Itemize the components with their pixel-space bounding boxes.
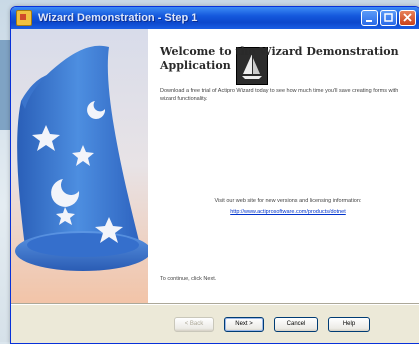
maximize-icon — [384, 13, 393, 22]
app-icon — [16, 10, 32, 26]
wizard-hat-icon — [15, 45, 148, 271]
minimize-icon — [366, 20, 372, 22]
cancel-button[interactable]: Cancel — [274, 317, 318, 332]
next-button[interactable]: Next > — [224, 317, 264, 332]
close-icon — [403, 13, 412, 22]
page-heading: Welcome to the Wizard Demonstration Appl… — [160, 45, 399, 72]
title-bar-controls — [361, 10, 416, 26]
title-bar[interactable]: Wizard Demonstration - Step 1 — [11, 7, 419, 29]
wizard-side-banner — [11, 29, 148, 303]
visit-website-text: Visit our web site for new versions and … — [214, 198, 362, 204]
close-button[interactable] — [399, 10, 416, 26]
wizard-window: Wizard Demonstration - Step 1 Welcome to… — [10, 6, 419, 344]
website-link[interactable]: http://www.actiprosoftware.com/products/… — [168, 208, 408, 216]
window-title: Wizard Demonstration - Step 1 — [38, 12, 198, 24]
help-button[interactable]: Help — [328, 317, 370, 332]
minimize-button[interactable] — [361, 10, 378, 26]
wizard-button-bar: < Back Next > Cancel Help — [11, 305, 419, 343]
wizard-page-content: Welcome to the Wizard Demonstration Appl… — [148, 29, 419, 303]
continue-instruction: To continue, click Next. — [160, 276, 217, 282]
back-button[interactable]: < Back — [174, 317, 214, 332]
page-description: Download a free trial of Actipro Wizard … — [160, 88, 399, 102]
maximize-button[interactable] — [380, 10, 397, 26]
